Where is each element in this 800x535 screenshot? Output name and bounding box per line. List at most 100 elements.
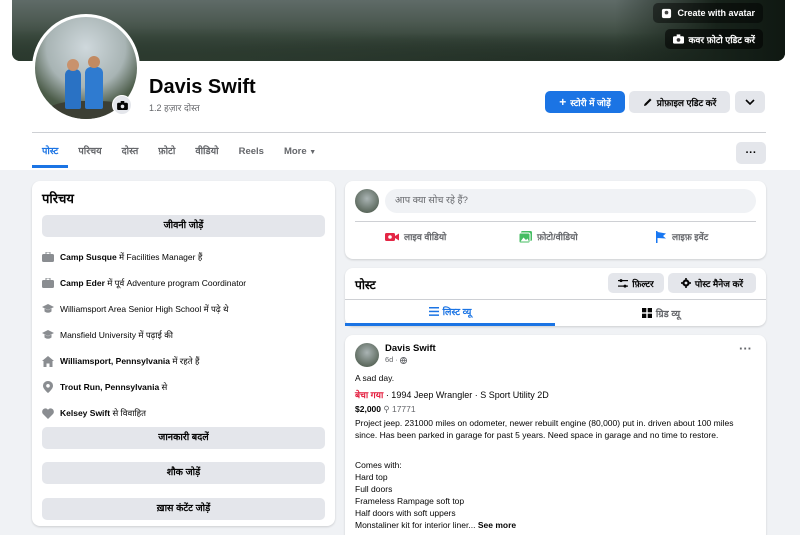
add-bio-button[interactable]: जीवनी जोड़ें: [42, 215, 325, 237]
feed-post: Davis Swift 6d · ··· A sad day. बेचा गया…: [345, 335, 766, 535]
filter-label: फ़िल्टर: [632, 278, 654, 289]
life-event-button[interactable]: लाइफ़ इवेंट: [655, 230, 708, 243]
composer-avatar[interactable]: [355, 189, 379, 213]
globe-icon: [400, 356, 408, 364]
caret-down-icon: ▼: [309, 149, 317, 156]
intro-item-text: Williamsport Area Senior High School में…: [60, 303, 229, 314]
photo-video-label: फ़ोटो/वीडियो: [537, 232, 578, 242]
intro-item-from: Trout Run, Pennsylvania से: [42, 381, 167, 393]
profile-tabs: पोस्ट परिचय दोस्त फ़ोटो वीडियो Reels Mor…: [32, 138, 326, 168]
add-hobbies-button[interactable]: शौक जोड़ें: [42, 462, 325, 484]
header-divider: [32, 132, 766, 133]
photo-icon: [519, 230, 532, 243]
graduation-cap-icon: [42, 303, 54, 315]
posts-header-card: पोस्ट फ़िल्टर पोस्ट मैनेज करें लिस्ट व्य…: [345, 268, 766, 326]
grid-icon: [641, 308, 652, 318]
edit-profile-button[interactable]: प्रोफ़ाइल एडिट करें: [629, 91, 730, 113]
post-timestamp[interactable]: 6d ·: [385, 355, 408, 364]
pin-icon: ⚲: [383, 404, 392, 414]
intro-item-text: Camp Susque में Facilities Manager हैं: [60, 251, 203, 262]
intro-item-former-work: Camp Eder में पूर्व Adventure program Co…: [42, 277, 246, 289]
tab-more[interactable]: More ▼: [274, 138, 326, 168]
tab-photos[interactable]: फ़ोटो: [148, 138, 185, 168]
intro-item-text: Kelsey Swift से विवाहित: [60, 407, 146, 418]
grid-view-label: ग्रिड व्यू: [655, 308, 681, 320]
briefcase-icon: [42, 277, 54, 289]
avatar-head-2: [88, 56, 100, 68]
post-message: A sad day.: [355, 373, 395, 383]
listing-name: · 1994 Jeep Wrangler · S Sport Utility 2…: [383, 390, 549, 400]
add-featured-button[interactable]: ख़ास कंटेंट जोड़ें: [42, 498, 325, 520]
intro-item-lives-in: Williamsport, Pennsylvania में रहते हैं: [42, 355, 200, 367]
intro-card: परिचय जीवनी जोड़ें Camp Susque में Facil…: [32, 181, 335, 526]
profile-dropdown-button[interactable]: [735, 91, 765, 113]
intro-item-text: Trout Run, Pennsylvania से: [60, 381, 168, 392]
add-story-button[interactable]: + स्टोरी में जोड़ें: [545, 91, 625, 113]
tabs-more-options-button[interactable]: ···: [736, 142, 766, 164]
post-author-name[interactable]: Davis Swift: [385, 343, 436, 354]
chevron-down-icon: [745, 99, 755, 105]
see-more-link[interactable]: See more: [475, 520, 516, 530]
composer-divider: [355, 221, 756, 222]
grid-view-tab[interactable]: ग्रिड व्यू: [556, 300, 766, 326]
listing-item: Half doors with soft uppers: [355, 508, 456, 518]
intro-item-text: Mansfield University में पढ़ाई की: [60, 329, 173, 340]
manage-posts-label: पोस्ट मैनेज करें: [694, 278, 744, 289]
edit-profile-label: प्रोफ़ाइल एडिट करें: [656, 97, 717, 108]
photo-video-button[interactable]: फ़ोटो/वीडियो: [519, 230, 578, 243]
intro-item-married: Kelsey Swift से विवाहित: [42, 407, 146, 419]
tab-reels[interactable]: Reels: [229, 138, 274, 168]
listing-item: Full doors: [355, 484, 393, 494]
pencil-icon: [643, 97, 653, 107]
gear-icon: [680, 278, 691, 288]
list-view-tab[interactable]: लिस्ट व्यू: [345, 300, 555, 326]
list-view-label: लिस्ट व्यू: [442, 307, 472, 318]
plus-icon: +: [559, 95, 567, 109]
listing-price: $2,000: [355, 404, 381, 414]
listing-location: 17771: [391, 404, 416, 414]
add-story-label: स्टोरी में जोड़ें: [570, 97, 611, 108]
listing-item-last: Monstaliner kit for interior liner... Se…: [355, 519, 516, 531]
graduation-cap-icon: [42, 329, 54, 341]
avatar-camera-icon[interactable]: [112, 95, 132, 115]
profile-header: Create with avatar कवर फ़ोटो एडिट करें D…: [0, 0, 800, 170]
tab-about[interactable]: परिचय: [68, 138, 111, 168]
friend-count[interactable]: 1.2 हज़ार दोस्त: [149, 101, 200, 114]
post-time-label: 6d ·: [385, 355, 401, 364]
intro-item-text: Williamsport, Pennsylvania में रहते हैं: [60, 355, 200, 366]
sliders-icon: [618, 278, 629, 288]
composer-input[interactable]: आप क्या सोच रहे हैं?: [385, 189, 756, 213]
heart-icon: [42, 407, 54, 419]
intro-title: परिचय: [42, 191, 74, 206]
home-icon: [42, 355, 54, 367]
posts-title: पोस्ट: [355, 278, 376, 292]
tab-videos[interactable]: वीडियो: [185, 138, 228, 168]
tab-friends[interactable]: दोस्त: [112, 138, 149, 168]
edit-cover-button[interactable]: कवर फ़ोटो एडिट करें: [664, 29, 763, 49]
avatar-person-2: [85, 67, 103, 109]
intro-item-high-school: Williamsport Area Senior High School में…: [42, 303, 228, 315]
flag-icon: [655, 230, 667, 243]
listing-title[interactable]: बेचा गया · 1994 Jeep Wrangler · S Sport …: [355, 389, 549, 401]
listing-comes-with: Comes with:: [355, 460, 402, 470]
listing-item: Hard top: [355, 472, 388, 482]
tab-posts[interactable]: पोस्ट: [32, 138, 69, 168]
post-author-avatar[interactable]: [355, 343, 379, 367]
intro-item-university: Mansfield University में पढ़ाई की: [42, 329, 173, 341]
briefcase-icon: [42, 251, 54, 263]
camera-icon: [672, 34, 684, 44]
filter-button[interactable]: फ़िल्टर: [608, 273, 664, 293]
listing-item-text: Monstaliner kit for interior liner...: [355, 520, 476, 530]
intro-item-work: Camp Susque में Facilities Manager हैं: [42, 251, 202, 263]
avatar-head-1: [67, 59, 79, 71]
live-video-button[interactable]: लाइव वीडियो: [385, 230, 446, 243]
create-avatar-label: Create with avatar: [677, 8, 755, 18]
post-options-button[interactable]: ···: [739, 342, 752, 355]
edit-cover-label: कवर फ़ोटो एडिट करें: [688, 34, 756, 45]
live-video-icon: [385, 232, 399, 242]
life-event-label: लाइफ़ इवेंट: [672, 232, 709, 242]
edit-details-button[interactable]: जानकारी बदलें: [42, 427, 325, 449]
create-avatar-button[interactable]: Create with avatar: [653, 3, 763, 23]
manage-posts-button[interactable]: पोस्ट मैनेज करें: [668, 273, 756, 293]
listing-item: Frameless Rampage soft top: [355, 496, 465, 506]
